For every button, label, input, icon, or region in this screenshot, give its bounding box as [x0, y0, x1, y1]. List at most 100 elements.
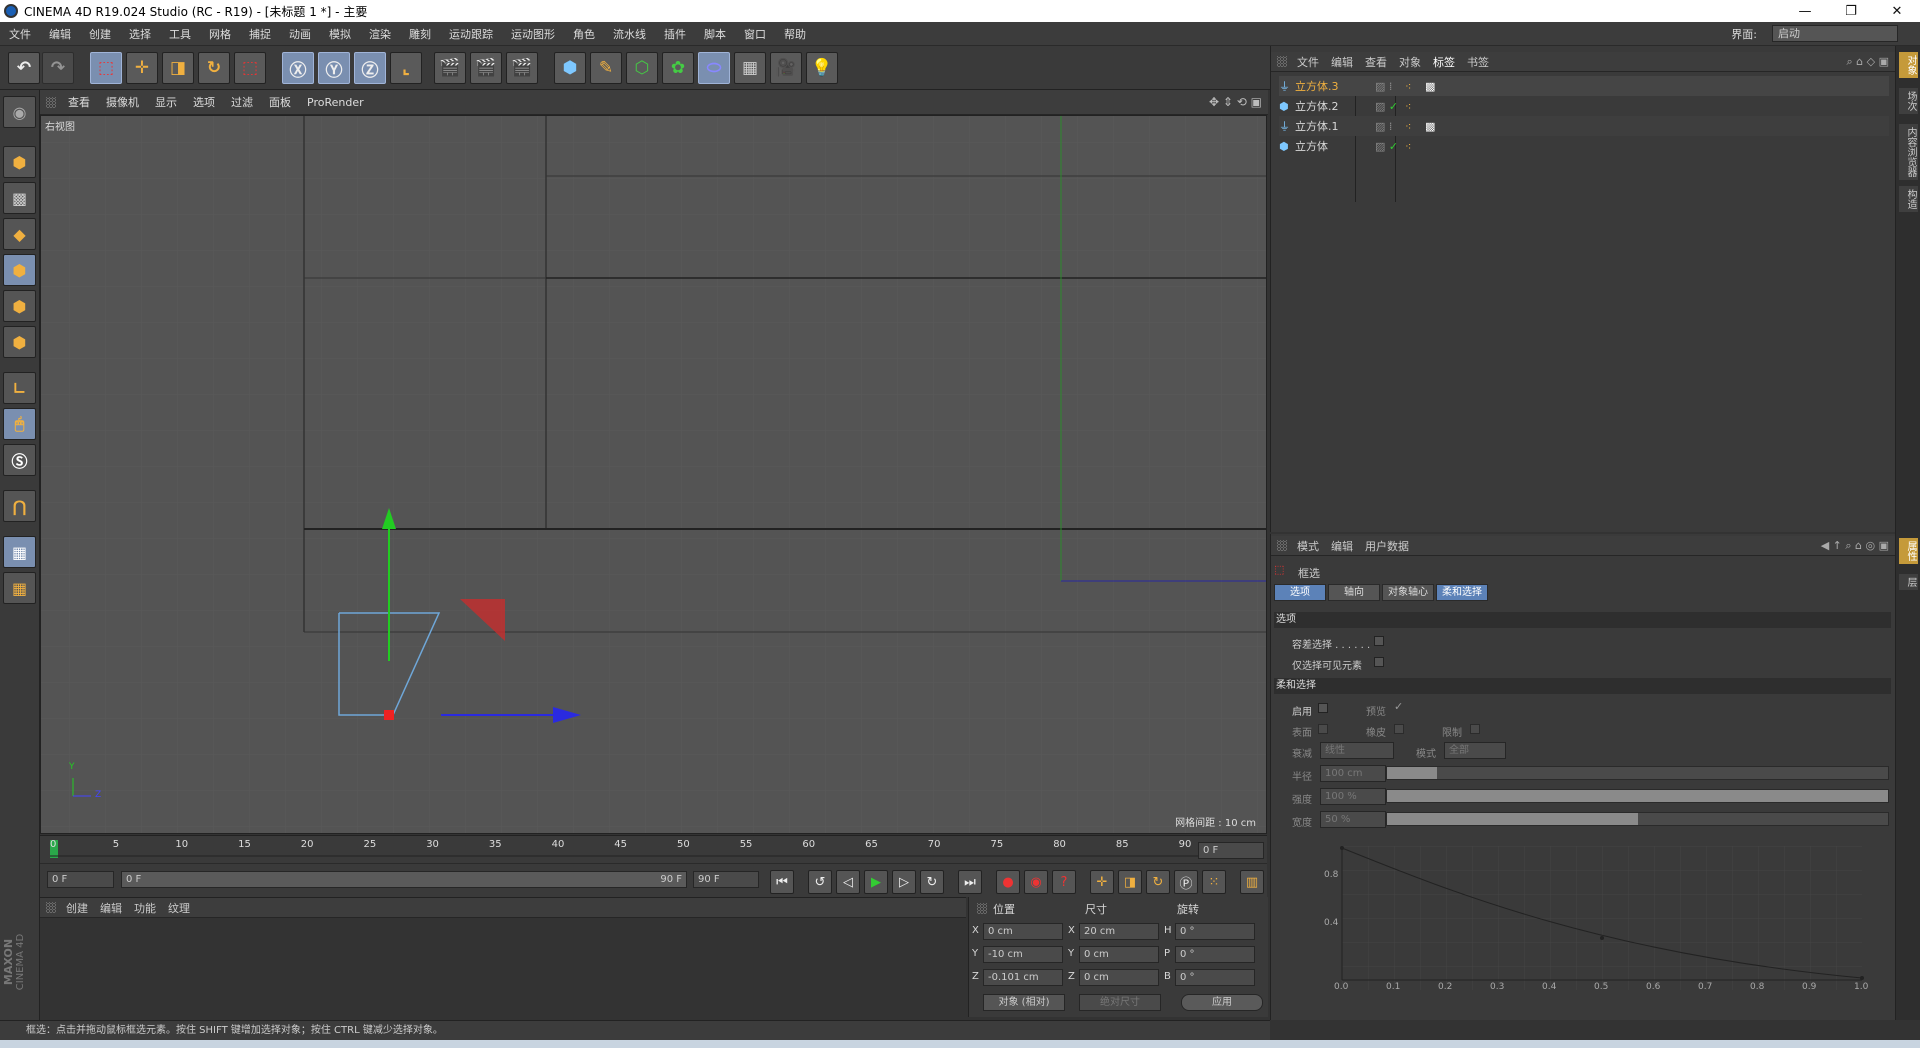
- side-tab-layers[interactable]: 层: [1899, 574, 1918, 590]
- menu-select[interactable]: 选择: [120, 26, 160, 42]
- add-subdivision-button[interactable]: ⬡: [626, 52, 658, 84]
- falloff-graph[interactable]: 0.8 0.4 0.0 0.1 0.2 0.3 0.4 0.5 0.6 0.7 0.8 0.9 1.…: [1306, 834, 1891, 994]
- tab-options[interactable]: 选项: [1274, 584, 1326, 601]
- side-tab-takes[interactable]: 场次: [1899, 88, 1918, 114]
- viewport-nav-icons[interactable]: ✥ ⇕ ⟲ ▣: [1201, 95, 1268, 109]
- obj-menu-tags[interactable]: 标签: [1427, 54, 1461, 70]
- add-light-button[interactable]: 💡: [806, 52, 838, 84]
- attr-menu-edit[interactable]: 编辑: [1325, 538, 1359, 554]
- soft-selection-section[interactable]: 柔和选择: [1274, 678, 1891, 694]
- obj-menu-view[interactable]: 查看: [1359, 54, 1393, 70]
- move-tool-button[interactable]: ✛: [126, 52, 158, 84]
- obj-menu-edit[interactable]: 编辑: [1325, 54, 1359, 70]
- layout-dropdown[interactable]: 启动: [1772, 25, 1898, 42]
- vp-menu-panel[interactable]: 面板: [261, 94, 299, 110]
- size-y-field[interactable]: 0 cm: [1079, 946, 1159, 963]
- vp-menu-view[interactable]: 查看: [60, 94, 98, 110]
- vp-menu-filter[interactable]: 过滤: [223, 94, 261, 110]
- key-scale-button[interactable]: ◨: [1118, 870, 1142, 894]
- pos-z-field[interactable]: -0.101 cm: [983, 969, 1063, 986]
- make-editable-button[interactable]: ◉: [3, 96, 36, 128]
- start-frame-field[interactable]: 0 F: [47, 871, 114, 888]
- rot-b-field[interactable]: 0 °: [1175, 969, 1255, 986]
- pos-y-field[interactable]: -10 cm: [983, 946, 1063, 963]
- tab-soft-selection[interactable]: 柔和选择: [1436, 584, 1488, 601]
- vp-menu-options[interactable]: 选项: [185, 94, 223, 110]
- render-picture-viewer-button[interactable]: 🎬: [470, 52, 502, 84]
- prev-key-button[interactable]: ↺: [808, 870, 832, 894]
- undo-button[interactable]: ↶: [8, 52, 40, 84]
- menu-sculpt[interactable]: 雕刻: [400, 26, 440, 42]
- viewport-canvas[interactable]: [41, 116, 1267, 834]
- render-settings-button[interactable]: 🎬: [506, 52, 538, 84]
- coordinate-system-button[interactable]: ⌞: [390, 52, 422, 84]
- size-x-field[interactable]: 20 cm: [1079, 923, 1159, 940]
- menu-file[interactable]: 文件: [0, 26, 40, 42]
- polygons-mode-button[interactable]: ⬢: [3, 326, 36, 358]
- mat-menu-function[interactable]: 功能: [128, 900, 162, 916]
- vp-menu-display[interactable]: 显示: [147, 94, 185, 110]
- lock-workplane-button[interactable]: ▦: [3, 536, 36, 568]
- menu-window[interactable]: 窗口: [735, 26, 775, 42]
- rot-h-field[interactable]: 0 °: [1175, 923, 1255, 940]
- key-position-button[interactable]: ✛: [1090, 870, 1114, 894]
- keyframe-selection-button[interactable]: ?: [1052, 870, 1076, 894]
- obj-menu-objects[interactable]: 对象: [1393, 54, 1427, 70]
- prev-frame-button[interactable]: ◁: [836, 870, 860, 894]
- add-cloner-button[interactable]: ✿: [662, 52, 694, 84]
- close-button[interactable]: ✕: [1874, 0, 1920, 22]
- next-frame-button[interactable]: ▷: [892, 870, 916, 894]
- enable-axis-button[interactable]: ∟: [3, 372, 36, 404]
- key-pla-button[interactable]: ⁙: [1202, 870, 1226, 894]
- object-row-cube1[interactable]: ⏚ 立方体.1 ▨ ⁞ ⁖ ▩: [1279, 116, 1889, 136]
- add-floor-button[interactable]: ▦: [734, 52, 766, 84]
- mat-menu-create[interactable]: 创建: [60, 900, 94, 916]
- menu-mograph[interactable]: 运动图形: [502, 26, 564, 42]
- goto-start-button[interactable]: ⏮: [770, 870, 794, 894]
- live-selection-button[interactable]: ⬚: [90, 52, 122, 84]
- object-row-cube[interactable]: ⬢ 立方体 ▨ ✓ ⁖: [1279, 136, 1889, 156]
- menu-animate[interactable]: 动画: [280, 26, 320, 42]
- size-z-field[interactable]: 0 cm: [1079, 969, 1159, 986]
- side-tab-attributes[interactable]: 属性: [1899, 538, 1918, 564]
- menu-simulate[interactable]: 模拟: [320, 26, 360, 42]
- redo-button[interactable]: ↷: [42, 52, 74, 84]
- model-mode-button[interactable]: ⬢: [3, 146, 36, 178]
- width-field[interactable]: 50 %: [1320, 811, 1386, 828]
- tab-object-axis[interactable]: 对象轴心: [1382, 584, 1434, 601]
- timeline-ruler[interactable]: 0 5 10 15 20 25 30 35 40 45 50 55 60 65 70 75 80 85 90 0 F: [40, 835, 1267, 863]
- minimize-button[interactable]: —: [1782, 0, 1828, 22]
- vp-menu-cameras[interactable]: 摄像机: [98, 94, 147, 110]
- preview-check-icon[interactable]: ✓: [1394, 700, 1403, 713]
- options-section[interactable]: 选项: [1274, 612, 1891, 628]
- pos-x-field[interactable]: 0 cm: [983, 923, 1063, 940]
- tolerant-checkbox[interactable]: [1374, 636, 1384, 646]
- menu-tools[interactable]: 工具: [160, 26, 200, 42]
- menu-help[interactable]: 帮助: [775, 26, 815, 42]
- recent-tools-button[interactable]: ⬚: [234, 52, 266, 84]
- menu-script[interactable]: 脚本: [695, 26, 735, 42]
- render-view-button[interactable]: 🎬: [434, 52, 466, 84]
- tab-axis[interactable]: 轴向: [1328, 584, 1380, 601]
- mat-menu-edit[interactable]: 编辑: [94, 900, 128, 916]
- record-keys-button[interactable]: ●: [996, 870, 1020, 894]
- y-axis-lock-button[interactable]: Ⓨ: [318, 52, 350, 84]
- maximize-button[interactable]: ❐: [1828, 0, 1874, 22]
- attr-menu-mode[interactable]: 模式: [1291, 538, 1325, 554]
- side-tab-structure[interactable]: 构造: [1899, 186, 1918, 212]
- scale-tool-button[interactable]: ◨: [162, 52, 194, 84]
- attr-nav-icons[interactable]: ◀ ↑ ⌕ ⌂ ◎ ▣: [1815, 539, 1895, 553]
- texture-mode-button[interactable]: ▩: [3, 182, 36, 214]
- width-slider[interactable]: [1386, 812, 1889, 826]
- menu-mesh[interactable]: 网格: [200, 26, 240, 42]
- side-tab-content-browser[interactable]: 内容浏览器: [1899, 124, 1918, 180]
- rubber-checkbox[interactable]: [1394, 724, 1404, 734]
- add-pen-button[interactable]: ✎: [590, 52, 622, 84]
- menu-plugins[interactable]: 插件: [655, 26, 695, 42]
- coord-mode-dropdown[interactable]: 对象 (相对): [983, 994, 1065, 1011]
- radius-slider[interactable]: [1386, 766, 1889, 780]
- timeline-window-button[interactable]: ▥: [1240, 870, 1264, 894]
- preview-range-slider[interactable]: 0 F 90 F: [121, 871, 687, 888]
- rot-p-field[interactable]: 0 °: [1175, 946, 1255, 963]
- rotate-tool-button[interactable]: ↻: [198, 52, 230, 84]
